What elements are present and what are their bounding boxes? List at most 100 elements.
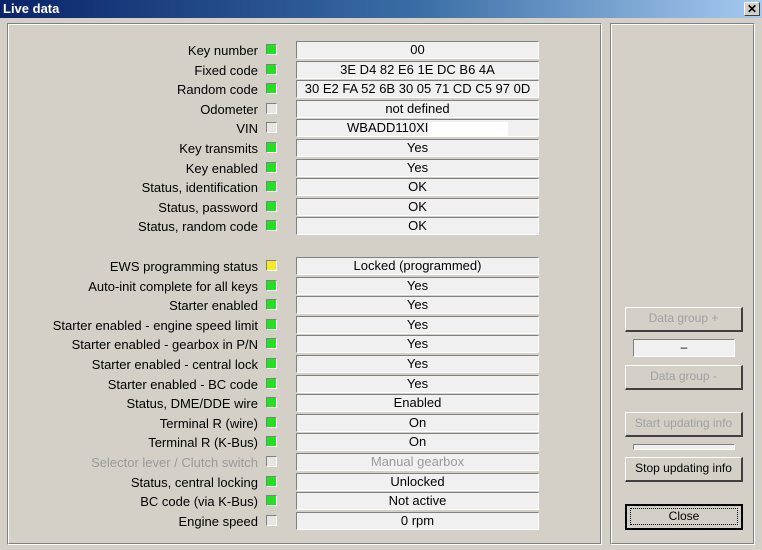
row-label: Starter enabled - central lock bbox=[91, 357, 258, 372]
status-led-icon bbox=[266, 417, 277, 428]
status-led-icon bbox=[266, 476, 277, 487]
row-label: Auto-init complete for all keys bbox=[88, 279, 258, 294]
status-led-icon bbox=[266, 515, 277, 526]
row-value: OK bbox=[296, 217, 539, 235]
row-label: Key transmits bbox=[179, 141, 258, 156]
data-row: Starter enabled Yes bbox=[8, 296, 603, 315]
data-row: Status, central locking Unlocked bbox=[8, 473, 603, 492]
row-value: not defined bbox=[296, 100, 539, 118]
row-value: Locked (programmed) bbox=[296, 257, 539, 275]
stop-updating-label: Stop updating info bbox=[635, 461, 732, 475]
close-window-button[interactable]: ✕ bbox=[744, 2, 760, 16]
data-row: Random code 30 E2 FA 52 6B 30 05 71 CD C5… bbox=[8, 80, 603, 99]
row-value: On bbox=[296, 433, 539, 451]
row-value-text: Yes bbox=[406, 356, 429, 371]
data-row: Key enabled Yes bbox=[8, 159, 603, 178]
row-value: 30 E2 FA 52 6B 30 05 71 CD C5 97 0D bbox=[296, 80, 539, 98]
status-led-icon bbox=[266, 338, 277, 349]
row-value-text: not defined bbox=[385, 101, 450, 116]
data-row: Auto-init complete for all keys Yes bbox=[8, 277, 603, 296]
row-value: Unlocked bbox=[296, 473, 539, 491]
row-value: Yes bbox=[296, 355, 539, 373]
status-led-icon bbox=[266, 378, 277, 389]
status-led-icon bbox=[266, 181, 277, 192]
row-label: Status, central locking bbox=[130, 475, 258, 490]
row-value: 3E D4 82 E6 1E DC B6 4A bbox=[296, 61, 539, 79]
data-row: Starter enabled - BC code Yes bbox=[8, 375, 603, 394]
data-row: Status, password OK bbox=[8, 198, 603, 217]
row-label: Selector lever / Clutch switch bbox=[91, 455, 258, 470]
data-row: Status, identification OK bbox=[8, 178, 603, 197]
row-value: OK bbox=[296, 198, 539, 216]
row-label: Key enabled bbox=[185, 161, 258, 176]
stop-updating-button[interactable]: Stop updating info bbox=[625, 457, 743, 482]
row-label: Starter enabled bbox=[169, 298, 258, 313]
row-value-text: OK bbox=[408, 199, 427, 214]
close-button[interactable]: Close bbox=[625, 504, 743, 530]
status-led-icon bbox=[266, 83, 277, 94]
status-led-icon bbox=[266, 358, 277, 369]
data-group-minus-button[interactable]: Data group - bbox=[625, 365, 743, 390]
row-label: Fixed code bbox=[194, 63, 258, 78]
status-led-icon bbox=[266, 495, 277, 506]
row-value-text: Yes bbox=[406, 160, 429, 175]
row-label: Status, identification bbox=[141, 180, 258, 195]
row-value-text: Yes bbox=[406, 140, 429, 155]
update-progress-bar bbox=[633, 444, 735, 450]
data-group-plus-label: Data group + bbox=[648, 311, 719, 325]
row-value: Yes bbox=[296, 316, 539, 334]
row-value: On bbox=[296, 414, 539, 432]
row-value-text: 00 bbox=[410, 42, 425, 57]
row-value: 00 bbox=[296, 41, 539, 59]
row-value: Not active bbox=[296, 492, 539, 510]
row-value-text: Yes bbox=[406, 317, 429, 332]
row-value-text: WBADD110XI bbox=[347, 120, 429, 135]
row-value: Yes bbox=[296, 139, 539, 157]
data-row: Status, DME/DDE wire Enabled bbox=[8, 394, 603, 413]
row-label: Starter enabled - engine speed limit bbox=[52, 318, 258, 333]
row-label: EWS programming status bbox=[109, 259, 258, 274]
start-updating-label: Start updating info bbox=[634, 416, 733, 430]
status-led-icon bbox=[266, 142, 277, 153]
row-value-text: Manual gearbox bbox=[370, 454, 465, 469]
status-led-icon bbox=[266, 299, 277, 310]
row-label: Odometer bbox=[200, 102, 258, 117]
status-led-icon bbox=[266, 456, 277, 467]
status-led-icon bbox=[266, 162, 277, 173]
data-group-plus-button[interactable]: Data group + bbox=[625, 307, 743, 332]
data-row: Starter enabled - central lock Yes bbox=[8, 355, 603, 374]
status-led-icon bbox=[266, 122, 277, 133]
row-label: Starter enabled - BC code bbox=[107, 377, 258, 392]
row-value-text: Yes bbox=[406, 297, 429, 312]
row-value: 0 rpm bbox=[296, 512, 539, 530]
row-value-text: Yes bbox=[406, 376, 429, 391]
row-label: Key number bbox=[187, 43, 258, 58]
row-value-text: OK bbox=[408, 179, 427, 194]
row-value-text: Enabled bbox=[393, 395, 442, 410]
row-value: Yes bbox=[296, 159, 539, 177]
data-group-value: – bbox=[680, 340, 688, 354]
data-row: Key transmits Yes bbox=[8, 139, 603, 158]
data-row: Fixed code 3E D4 82 E6 1E DC B6 4A bbox=[8, 61, 603, 80]
row-value-text: On bbox=[408, 415, 427, 430]
row-label: Random code bbox=[177, 82, 258, 97]
data-row: Terminal R (wire) On bbox=[8, 414, 603, 433]
row-value-text: Yes bbox=[406, 336, 429, 351]
row-value: OK bbox=[296, 178, 539, 196]
live-data-panel: Key number 00 Fixed code 3E D4 82 E6 1E DC … bbox=[7, 23, 602, 545]
status-led-icon bbox=[266, 220, 277, 231]
start-updating-button[interactable]: Start updating info bbox=[625, 412, 743, 437]
title-bar: Live data ✕ bbox=[0, 0, 762, 18]
row-value-text: OK bbox=[408, 218, 427, 233]
row-value: Yes bbox=[296, 277, 539, 295]
row-value: Yes bbox=[296, 335, 539, 353]
row-label: Starter enabled - gearbox in P/N bbox=[71, 337, 258, 352]
status-led-icon bbox=[266, 201, 277, 212]
data-row: EWS programming status Locked (programmed… bbox=[8, 257, 603, 276]
close-label: Close bbox=[630, 508, 738, 525]
data-row: Terminal R (K-Bus) On bbox=[8, 433, 603, 452]
row-value-text: On bbox=[408, 434, 427, 449]
row-label: Terminal R (wire) bbox=[159, 416, 258, 431]
data-row: Engine speed 0 rpm bbox=[8, 512, 603, 531]
data-row: Starter enabled - engine speed limit Yes bbox=[8, 316, 603, 335]
